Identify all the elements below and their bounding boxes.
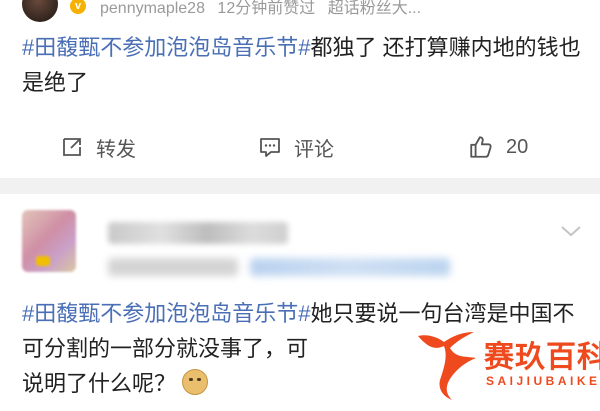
repost-label: 转发 bbox=[96, 138, 136, 161]
timestamp-blurred bbox=[108, 258, 238, 276]
verified-badge-icon: v bbox=[70, 0, 86, 14]
post1-content: #田馥甄不参加泡泡岛音乐节#都独了 还打算赚内地的钱也是绝了 bbox=[22, 30, 582, 100]
comment-button[interactable]: 评论 bbox=[258, 124, 334, 170]
doge-emoji-icon bbox=[182, 369, 209, 395]
hashtag-link[interactable]: #田馥甄不参加泡泡岛音乐节# bbox=[22, 35, 310, 60]
comment-icon bbox=[260, 138, 280, 157]
post1-header: v pennymaple28 12分钟前赞过 超话粉丝大... bbox=[0, 0, 600, 22]
watermark-subtitle: SAIJIUBAIKE bbox=[486, 374, 600, 388]
post2-body-text-line2: 说明了什么呢？ bbox=[22, 371, 177, 396]
comment-label: 评论 bbox=[294, 138, 334, 161]
post1-meta: pennymaple28 12分钟前赞过 超话粉丝大... bbox=[100, 0, 429, 18]
avatar-blurred[interactable] bbox=[22, 210, 76, 272]
weibo-feed: v pennymaple28 12分钟前赞过 超话粉丝大... #田馥甄不参加泡… bbox=[0, 0, 600, 411]
like-button[interactable]: 20 bbox=[468, 124, 528, 170]
timestamp: 12分钟前赞过 bbox=[217, 0, 316, 17]
avatar[interactable] bbox=[22, 0, 58, 22]
chevron-down-icon[interactable] bbox=[560, 224, 582, 238]
watermark-title: 赛玖百科 bbox=[484, 341, 600, 374]
repost-icon bbox=[63, 138, 81, 156]
source-blurred bbox=[250, 258, 450, 276]
fan-tag: 超话粉丝大... bbox=[327, 0, 422, 17]
thumbs-up-icon bbox=[470, 136, 492, 158]
feed-separator bbox=[0, 178, 600, 194]
username-blurred[interactable] bbox=[108, 222, 288, 244]
like-count: 20 bbox=[506, 135, 529, 158]
username[interactable]: pennymaple28 bbox=[100, 0, 205, 17]
post1-action-bar: 转发 评论 20 bbox=[0, 124, 600, 170]
whale-tail-logo-icon bbox=[418, 332, 476, 400]
hashtag-link[interactable]: #田馥甄不参加泡泡岛音乐节# bbox=[22, 301, 310, 326]
repost-button[interactable]: 转发 bbox=[60, 124, 136, 170]
watermark: 赛玖百科 SAIJIUBAIKE bbox=[412, 326, 600, 406]
